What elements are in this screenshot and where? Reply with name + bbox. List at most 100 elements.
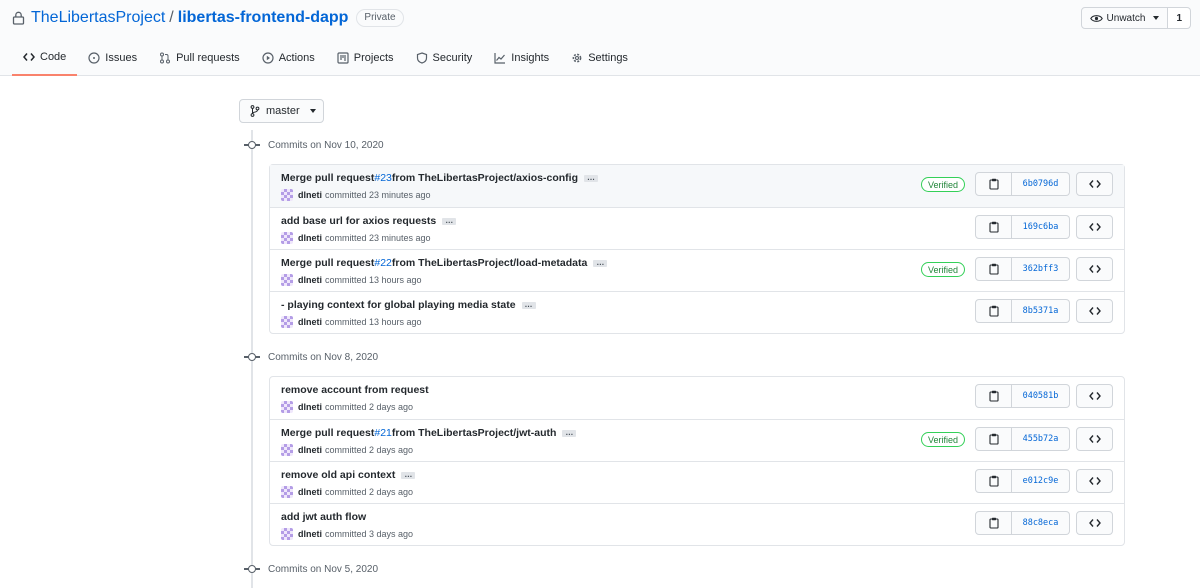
browse-repo-button[interactable] (1076, 384, 1113, 408)
copy-sha-button[interactable] (975, 257, 1012, 281)
commit-sha-link[interactable]: 362bff3 (1012, 257, 1070, 281)
expand-message-button[interactable]: … (401, 471, 416, 479)
chevron-down-icon (309, 109, 316, 113)
commit-message[interactable]: - playing context for global playing med… (281, 299, 516, 311)
unwatch-button[interactable]: Unwatch (1080, 7, 1169, 29)
avatar[interactable] (281, 232, 293, 244)
commit-sha-link[interactable]: 88c8eca (1012, 511, 1070, 535)
tab-code[interactable]: Code (12, 44, 78, 76)
commit-message-suffix[interactable]: from TheLibertasProject/axios-config (392, 172, 578, 184)
commit-message-suffix[interactable]: from TheLibertasProject/jwt-auth (392, 427, 557, 439)
verified-badge[interactable]: Verified (920, 177, 965, 192)
copy-sha-button[interactable] (975, 511, 1012, 535)
commit-author[interactable]: dlneti (298, 190, 322, 200)
commit-sha-link[interactable]: 8b5371a (1012, 299, 1070, 323)
avatar[interactable] (281, 401, 293, 413)
branch-select-button[interactable]: master (239, 99, 324, 123)
avatar[interactable] (281, 486, 293, 498)
copy-sha-button[interactable] (975, 427, 1012, 451)
commit-title[interactable]: Merge pull request #22 from TheLibertasP… (281, 257, 608, 269)
browse-repo-button[interactable] (1076, 469, 1113, 493)
commit-title[interactable]: remove old api context … (281, 469, 416, 481)
expand-message-button[interactable]: … (584, 174, 599, 182)
commit-message[interactable]: remove account from request (281, 384, 429, 396)
commit-author[interactable]: dlneti (298, 233, 322, 243)
commit-author[interactable]: dlneti (298, 275, 322, 285)
tab-insights[interactable]: Insights (483, 44, 560, 72)
commit-group-date: Commits on Nov 5, 2020 (268, 563, 379, 575)
shield-icon (416, 52, 427, 64)
copy-sha-button[interactable] (975, 215, 1012, 239)
avatar[interactable] (281, 444, 293, 456)
commit-group-header: Commits on Nov 10, 2020 (244, 137, 384, 153)
tab-pull-requests[interactable]: Pull requests (148, 44, 251, 72)
commit-author[interactable]: dlneti (298, 402, 322, 412)
commit-title[interactable]: add jwt auth flow (281, 511, 366, 523)
commit-author[interactable]: dlneti (298, 529, 322, 539)
pr-link[interactable]: #23 (374, 172, 392, 184)
tab-projects[interactable]: Projects (326, 44, 405, 72)
commit-message-suffix[interactable]: from TheLibertasProject/load-metadata (392, 257, 587, 269)
pr-link[interactable]: #22 (374, 257, 392, 269)
avatar[interactable] (281, 189, 293, 201)
browse-repo-button[interactable] (1076, 257, 1113, 281)
commit-row: add jwt auth flow dlneti committed 3 day… (270, 503, 1124, 545)
commit-title[interactable]: add base url for axios requests … (281, 215, 457, 227)
repo-name-link[interactable]: libertas-frontend-dapp (178, 9, 349, 27)
verified-badge[interactable]: Verified (920, 262, 965, 277)
tab-label: Issues (105, 52, 138, 64)
code-icon (1088, 392, 1101, 400)
commit-sha-link[interactable]: 169c6ba (1012, 215, 1070, 239)
browse-repo-button[interactable] (1076, 215, 1113, 239)
commit-meta: dlneti committed 2 days ago (281, 444, 413, 456)
commit-group-date: Commits on Nov 10, 2020 (268, 139, 384, 151)
tab-security[interactable]: Security (405, 44, 484, 72)
issue-icon (88, 52, 100, 64)
copy-sha-button[interactable] (975, 384, 1012, 408)
commit-row: Merge pull request #23 from TheLibertasP… (270, 165, 1124, 207)
commit-message[interactable]: remove old api context (281, 469, 395, 481)
commit-title[interactable]: - playing context for global playing med… (281, 299, 536, 311)
browse-repo-button[interactable] (1076, 511, 1113, 535)
commit-message[interactable]: Merge pull request (281, 172, 374, 184)
commit-author[interactable]: dlneti (298, 317, 322, 327)
browse-repo-button[interactable] (1076, 299, 1113, 323)
expand-message-button[interactable]: … (562, 429, 577, 437)
avatar[interactable] (281, 274, 293, 286)
watchers-count[interactable]: 1 (1168, 7, 1191, 29)
commit-author[interactable]: dlneti (298, 487, 322, 497)
pr-link[interactable]: #21 (374, 427, 392, 439)
repo-owner-link[interactable]: TheLibertasProject (31, 9, 165, 27)
commit-sha-link[interactable]: 455b72a (1012, 427, 1070, 451)
expand-message-button[interactable]: … (593, 259, 608, 267)
commit-message[interactable]: add jwt auth flow (281, 511, 366, 523)
copy-sha-button[interactable] (975, 172, 1012, 196)
commit-sha-link[interactable]: 6b0796d (1012, 172, 1070, 196)
lock-icon (12, 11, 25, 25)
clipboard-icon (988, 221, 999, 233)
tab-actions[interactable]: Actions (251, 44, 326, 72)
commit-sha-link[interactable]: 040581b (1012, 384, 1070, 408)
commit-time: committed 13 hours ago (325, 317, 422, 327)
commit-message[interactable]: add base url for axios requests (281, 215, 436, 227)
commit-message[interactable]: Merge pull request (281, 257, 374, 269)
code-icon (1088, 223, 1101, 231)
commit-title[interactable]: Merge pull request #23 from TheLibertasP… (281, 172, 599, 184)
commit-title[interactable]: remove account from request (281, 384, 429, 396)
browse-repo-button[interactable] (1076, 172, 1113, 196)
browse-repo-button[interactable] (1076, 427, 1113, 451)
commit-time: committed 23 minutes ago (325, 190, 431, 200)
commit-author[interactable]: dlneti (298, 445, 322, 455)
tab-settings[interactable]: Settings (560, 44, 639, 72)
avatar[interactable] (281, 528, 293, 540)
commit-sha-link[interactable]: e012c9e (1012, 469, 1070, 493)
commit-title[interactable]: Merge pull request #21 from TheLibertasP… (281, 427, 577, 439)
copy-sha-button[interactable] (975, 299, 1012, 323)
tab-issues[interactable]: Issues (77, 44, 148, 72)
commit-message[interactable]: Merge pull request (281, 427, 374, 439)
verified-badge[interactable]: Verified (920, 432, 965, 447)
expand-message-button[interactable]: … (521, 301, 536, 309)
copy-sha-button[interactable] (975, 469, 1012, 493)
expand-message-button[interactable]: … (442, 217, 457, 225)
avatar[interactable] (281, 316, 293, 328)
